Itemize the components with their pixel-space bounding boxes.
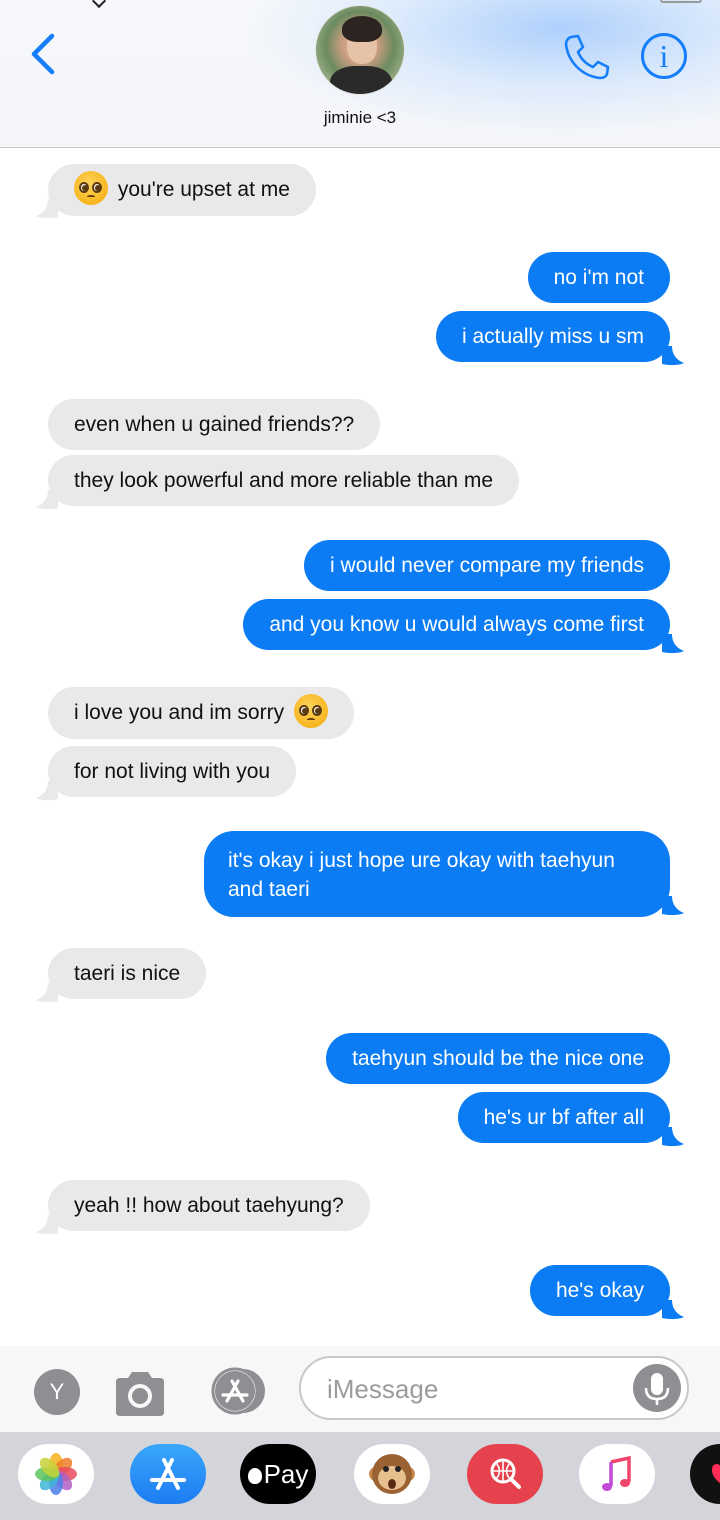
message-outgoing[interactable]: he's okay (529, 1265, 670, 1316)
apple-pay-button[interactable]: Pay (240, 1444, 316, 1504)
message-text: you're upset at me (117, 178, 290, 201)
compose-bar: Y (0, 1346, 720, 1432)
message-incoming[interactable]: yeah !! how about taehyung? (48, 1180, 370, 1231)
phone-icon (564, 34, 610, 80)
message-outgoing[interactable]: it's okay i just hope ure okay with taeh… (204, 831, 670, 917)
digital-touch-icon (712, 1464, 720, 1484)
message-text: even when u gained friends?? (74, 413, 355, 436)
message-text: for not living with you (74, 760, 271, 783)
message-text: taeri is nice (74, 962, 181, 985)
message-text: he's okay (555, 1279, 644, 1302)
digital-touch-button[interactable] (690, 1444, 720, 1504)
web-search-button[interactable] (467, 1444, 543, 1504)
message-outgoing[interactable]: i actually miss u sm (435, 311, 670, 362)
message-text: i would never compare my friends (330, 554, 644, 577)
message-outgoing[interactable]: he's ur bf after all (457, 1092, 670, 1143)
pleading-face-icon (74, 171, 108, 206)
info-icon: i (641, 33, 687, 79)
message-outgoing[interactable]: and you know u would always come first (243, 599, 670, 650)
app-drawer: Pay (0, 1432, 720, 1520)
pleading-face-icon (293, 694, 328, 729)
message-incoming[interactable]: you're upset at me (48, 164, 316, 217)
message-outgoing[interactable]: no i'm not (527, 252, 670, 303)
camera-button[interactable] (112, 1368, 168, 1418)
message-outgoing[interactable]: i would never compare my friends (304, 540, 670, 591)
message-text: taehyun should be the nice one (352, 1047, 644, 1070)
message-incoming[interactable]: even when u gained friends?? (48, 399, 381, 450)
message-text: i love you and im sorry (74, 701, 285, 724)
music-icon (602, 1455, 631, 1491)
message-text: they look powerful and more reliable tha… (74, 469, 494, 492)
message-text-line-1: it's okay i just hope ure okay with taeh… (228, 849, 615, 872)
message-text: and you know u would always come first (269, 613, 644, 636)
conversation-header: jiminie <3 i (0, 0, 720, 148)
bubble-tail (36, 781, 58, 801)
chevron-left-icon (31, 33, 55, 75)
message-text-input[interactable] (327, 1366, 617, 1412)
bubble-tail (662, 1300, 684, 1320)
animoji-monkey-icon (369, 1454, 415, 1494)
message-text: no i'm not (553, 266, 644, 289)
message-text-line-2: and taeri (228, 878, 310, 901)
message-text: i actually miss u sm (461, 325, 644, 348)
bubble-tail (662, 1127, 684, 1147)
app-store-drawer-button[interactable] (130, 1444, 206, 1504)
back-button[interactable] (26, 30, 66, 78)
battery-icon (660, 0, 702, 3)
web-search-icon (490, 1458, 521, 1489)
message-incoming[interactable]: for not living with you (48, 746, 297, 797)
contact-name[interactable]: jiminie <3 (0, 108, 720, 128)
avatar-hair (342, 16, 382, 42)
bubble-tail (36, 1215, 58, 1235)
message-outgoing[interactable]: taehyun should be the nice one (326, 1033, 670, 1084)
message-incoming[interactable]: taeri is nice (48, 948, 207, 999)
message-incoming[interactable]: they look powerful and more reliable tha… (48, 455, 520, 506)
microphone-icon (644, 1373, 670, 1405)
avatar-shirt (330, 66, 392, 94)
contact-avatar[interactable] (315, 5, 405, 95)
message-text: yeah !! how about taehyung? (74, 1194, 344, 1217)
message-incoming[interactable]: i love you and im sorry (48, 687, 354, 740)
message-text: he's ur bf after all (483, 1106, 644, 1129)
bubble-tail (36, 199, 58, 219)
bubble-tail (662, 896, 684, 916)
apple-logo-icon (247, 1468, 262, 1484)
phone-button[interactable] (562, 32, 612, 80)
app-store-icon (150, 1458, 186, 1490)
camera-icon (116, 1372, 164, 1416)
apple-pay-label: Pay (263, 1459, 309, 1489)
bubble-tail (36, 983, 58, 1003)
bubble-tail (36, 490, 58, 510)
photos-app-button[interactable] (18, 1444, 94, 1504)
message-input[interactable] (299, 1356, 689, 1420)
microphone-button[interactable] (633, 1364, 681, 1412)
bubble-tail (662, 346, 684, 366)
app-store-button[interactable] (205, 1366, 271, 1416)
bubble-tail (662, 634, 684, 654)
status-indicator (92, 0, 106, 4)
music-button[interactable] (579, 1444, 655, 1504)
photos-app-icon (35, 1453, 77, 1495)
y-button[interactable]: Y (34, 1369, 80, 1415)
info-button[interactable]: i (641, 33, 689, 81)
app-store-icon (211, 1367, 265, 1415)
animoji-button[interactable] (354, 1444, 430, 1504)
